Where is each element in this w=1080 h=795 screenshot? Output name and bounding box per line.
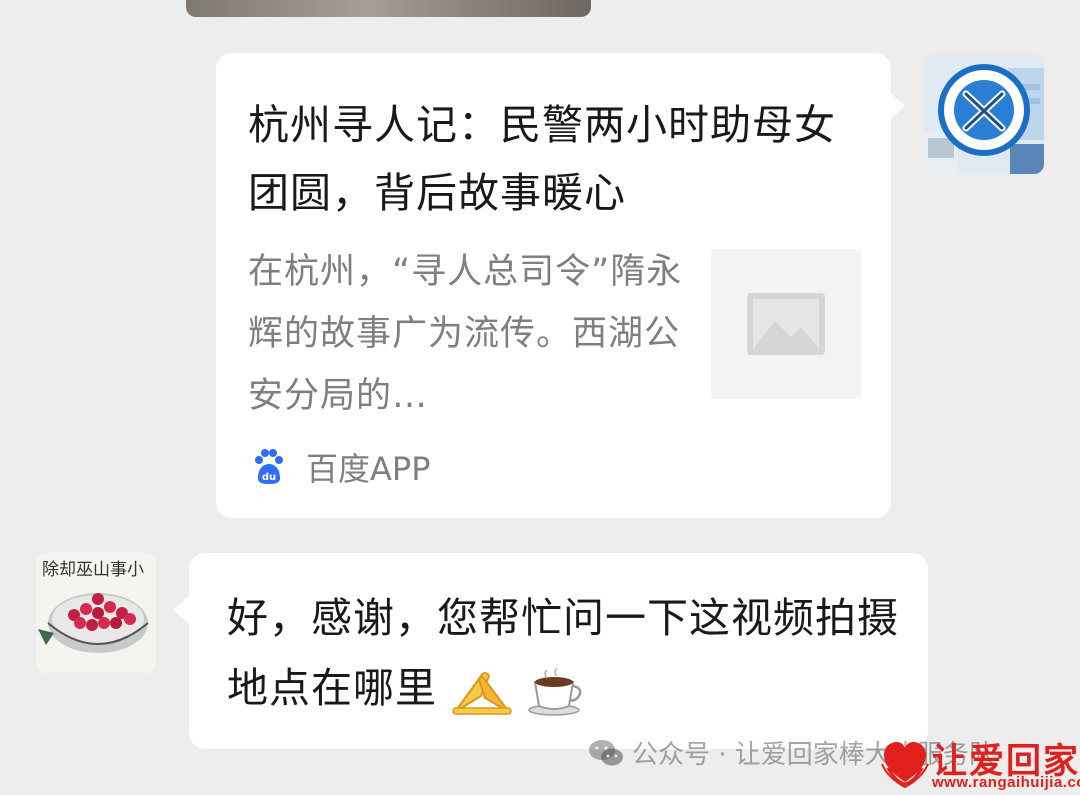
receiver-avatar[interactable]: 除却巫山事小 xyxy=(36,553,156,673)
praying-hands-emoji xyxy=(452,672,512,715)
coffee-cup-emoji xyxy=(528,667,582,716)
sender-avatar[interactable] xyxy=(924,54,1044,174)
link-card[interactable]: 杭州寻人记：民警两小时助母女团圆，背后故事暖心 在杭州，“寻人总司令”隋永辉的故… xyxy=(216,53,891,518)
link-card-title: 杭州寻人记：民警两小时助母女团圆，背后故事暖心 xyxy=(248,101,836,217)
heart-hands-logo-icon xyxy=(881,742,929,788)
reply-bubble-tail xyxy=(173,596,189,624)
baidu-paw-icon: du xyxy=(255,449,283,484)
link-card-description: 在杭州，“寻人总司令”隋永辉的故事广为流传。西湖公安分局的… xyxy=(248,252,683,416)
svg-text:du: du xyxy=(262,472,276,483)
link-card-tail xyxy=(889,92,905,120)
reply-message: 好，感谢，您帮忙问一下这视频拍摄地点在哪里 xyxy=(227,583,907,723)
link-card-source-name: 百度APP xyxy=(306,450,431,488)
reply-message-bubble[interactable]: 好，感谢，您帮忙问一下这视频拍摄地点在哪里 xyxy=(189,553,928,749)
wechat-icon xyxy=(589,739,623,765)
link-card-source: du 百度APP xyxy=(250,443,431,491)
svg-text:除却巫山事小: 除却巫山事小 xyxy=(42,560,144,580)
image-placeholder-icon xyxy=(711,249,861,399)
previous-message-image[interactable] xyxy=(186,0,591,17)
logo-url: www.rangaihuijia.com xyxy=(932,774,1080,791)
